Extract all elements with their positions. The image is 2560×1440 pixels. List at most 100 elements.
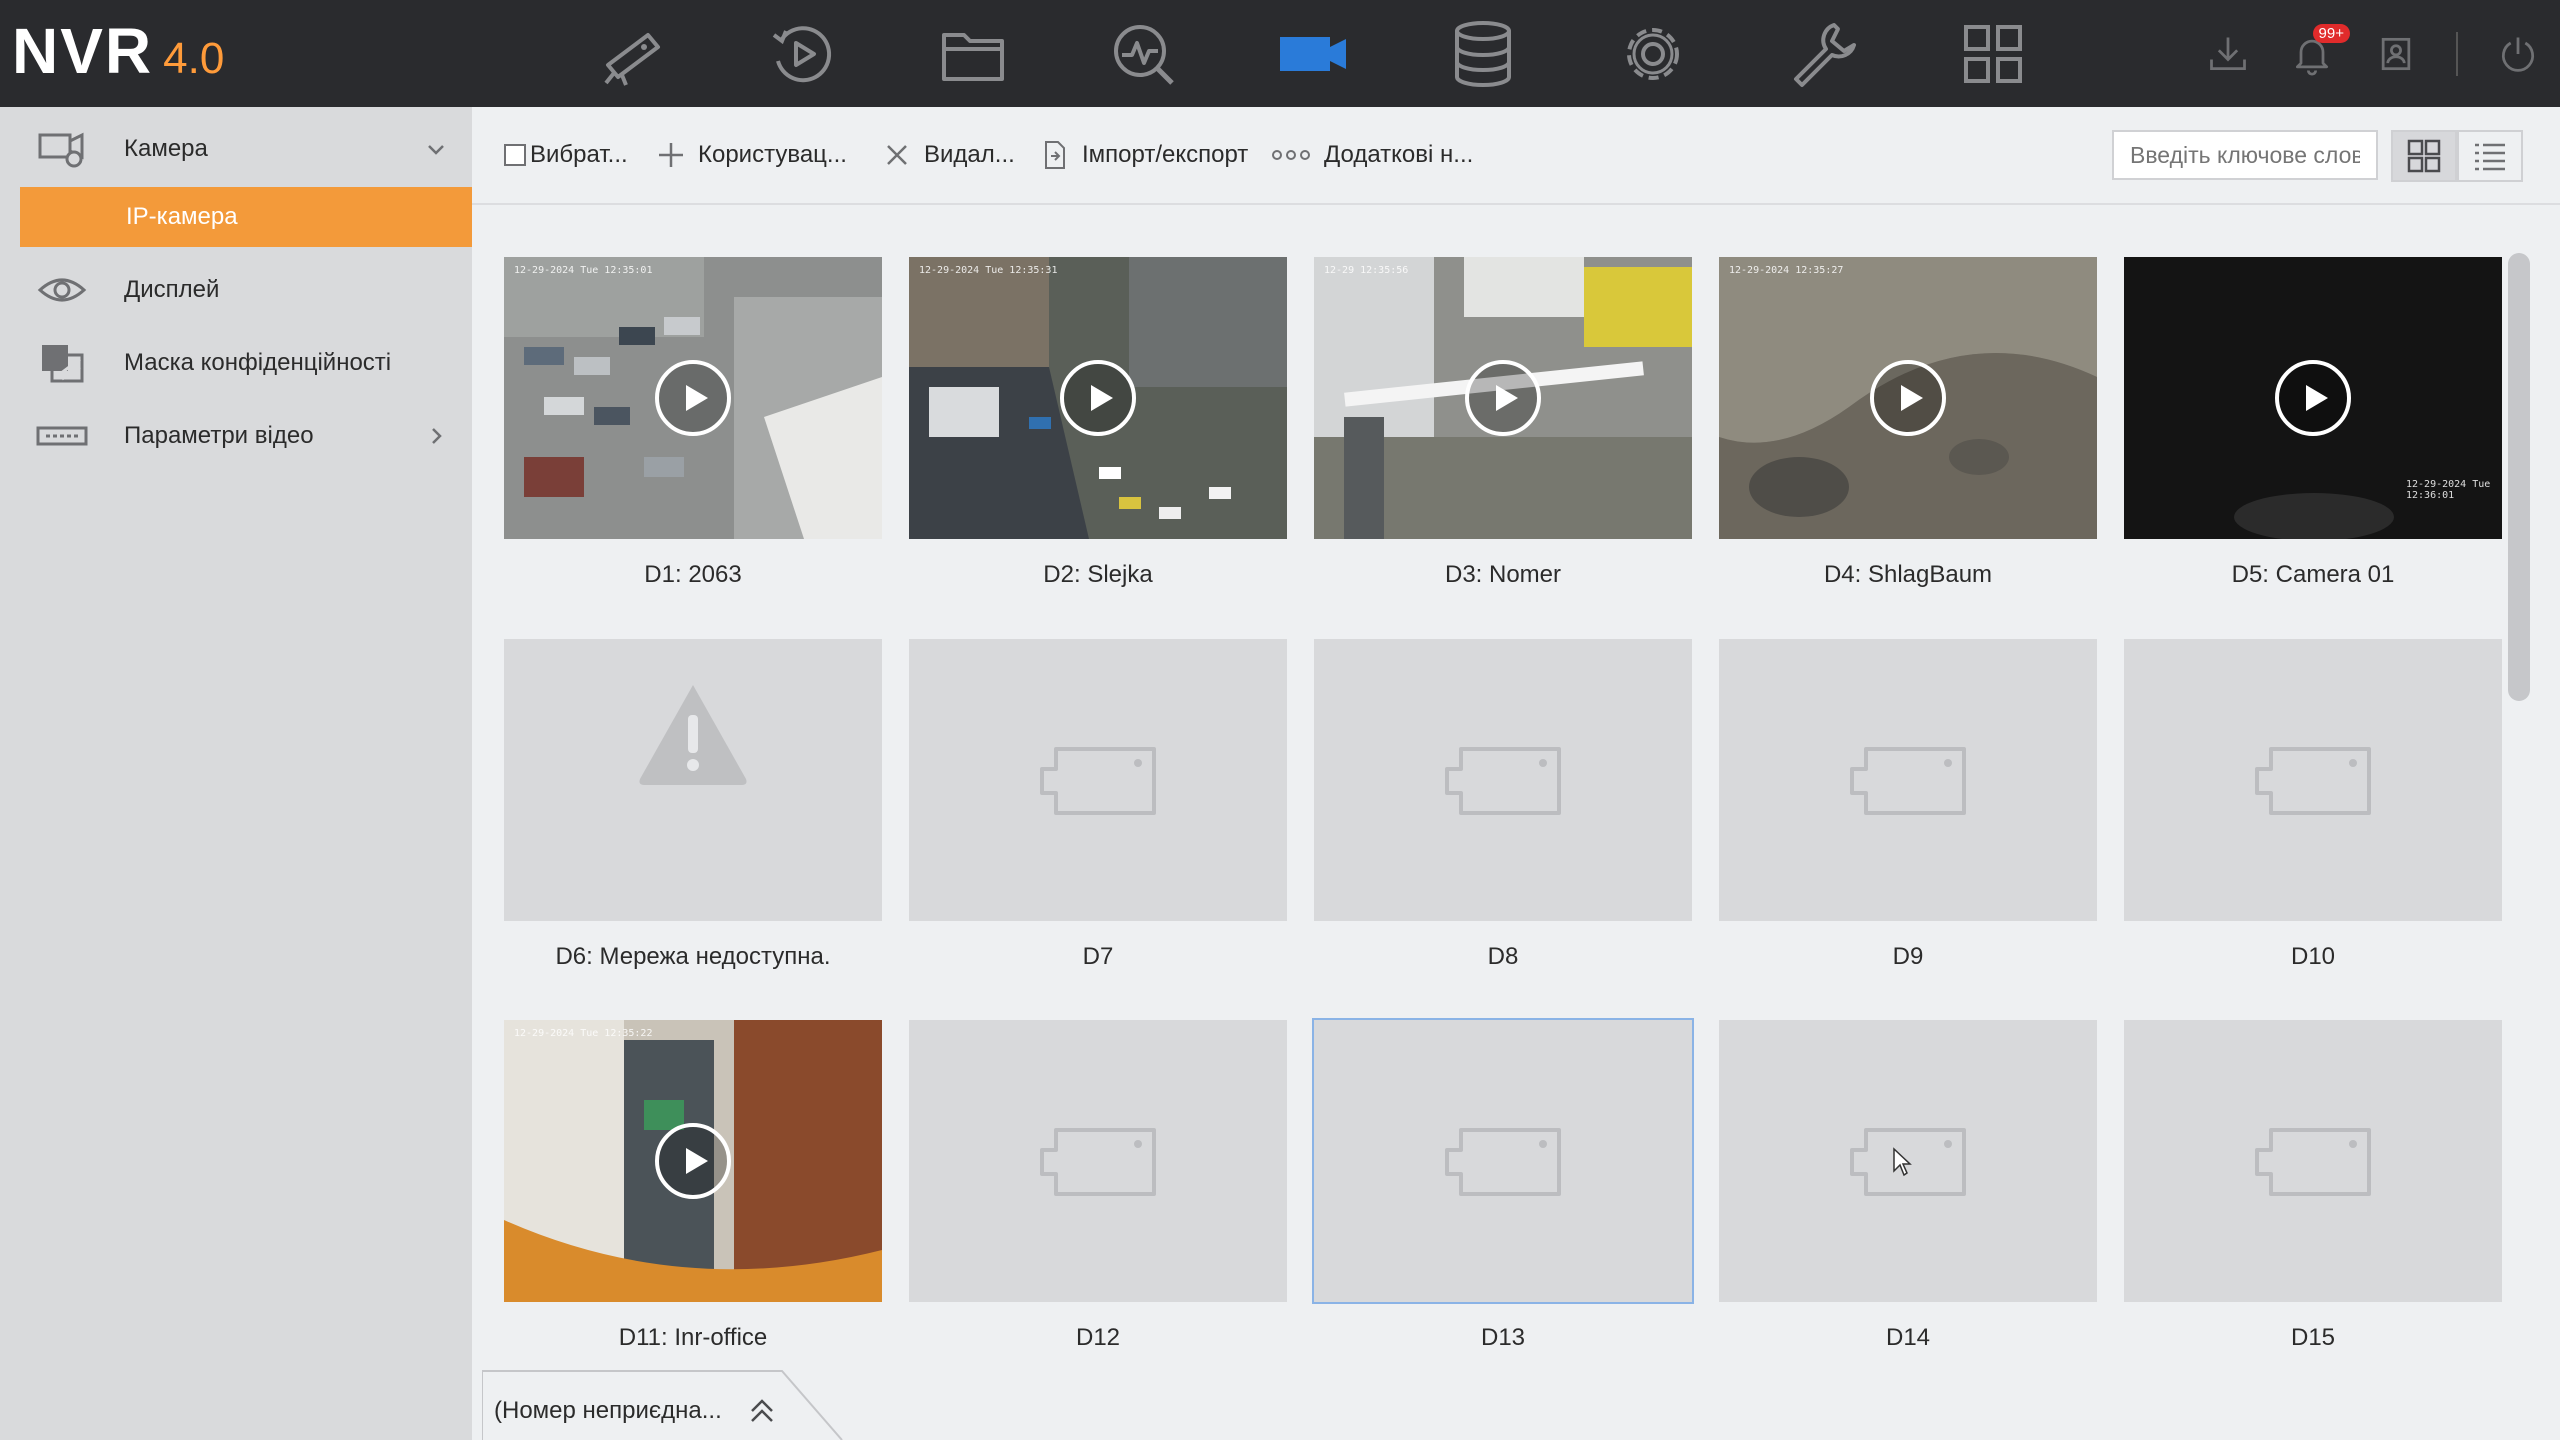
top-bar: NVR 4.0 99+ [0,0,2560,107]
camera-tile-d12[interactable]: D12 [909,1020,1287,1352]
camera-tile-d5[interactable]: 12-29-2024 Tue 12:36:01 D5: Camera 01 [2124,257,2502,589]
vertical-scrollbar[interactable] [2508,253,2530,701]
sidebar-item-privacy-mask[interactable]: Маска конфіденційності [0,330,472,396]
warning-icon [639,685,747,785]
camera-tile-d4[interactable]: 12-29-2024 12:35:27 D4: ShlagBaum [1719,257,2097,589]
sidebar-item-label: Дисплей [124,276,220,303]
camera-preview[interactable]: 12-29-2024 12:35:27 [1719,257,2097,539]
camera-label: D10 [2290,943,2336,970]
grid-view-icon [2407,139,2441,173]
camera-preview[interactable]: 12-29-2024 Tue 12:35:31 [909,257,1287,539]
camera-label: D11: Inr-office [618,1324,768,1351]
sidebar-item-display[interactable]: Дисплей [0,257,472,323]
camera-tile-d3[interactable]: 12-29 12:35:56 D3: Nomer [1314,257,1692,589]
nav-camera[interactable] [1228,0,1398,107]
chevron-double-up-icon[interactable] [746,1395,778,1427]
power-button[interactable] [2494,30,2542,78]
camera-tile-d10[interactable]: D10 [2124,639,2502,971]
notification-button[interactable]: 99+ [2288,23,2350,78]
camera-tile-d1[interactable]: 12-29-2024 Tue 12:35:01 D1: 2063 [504,257,882,589]
close-icon [882,140,912,170]
camera-label: D2: Slejka [1043,561,1153,588]
camera-preview[interactable] [1312,1018,1694,1304]
sidebar-item-label: Камера [124,135,208,162]
tab-label: (Номер неприєдна... [494,1397,722,1424]
camera-timestamp: 12-29 12:35:56 [1324,265,1409,276]
nav-playback[interactable] [718,0,888,107]
play-icon[interactable] [653,1121,733,1201]
camera-preview[interactable]: 12-29-2024 Tue 12:35:22 [504,1020,882,1302]
camera-placeholder-icon [2255,1128,2371,1196]
grid-view-button[interactable] [2391,130,2457,182]
play-icon[interactable] [2273,358,2353,438]
analytics-icon [1114,24,1174,85]
more-options-button[interactable]: Додаткові н... [1270,137,1473,173]
sidebar-item-ip-camera[interactable]: IP-камера [20,187,472,247]
download-button[interactable] [2204,30,2252,78]
add-user-button[interactable]: Користувац... [656,137,847,173]
search-input[interactable] [2112,130,2378,180]
camera-tile-d2[interactable]: 12-29-2024 Tue 12:35:31 D2: Slejka [909,257,1287,589]
camera-preview[interactable]: 12-29 12:35:56 [1314,257,1692,539]
import-export-button[interactable]: Імпорт/експорт [1040,137,1248,173]
play-icon[interactable] [1463,358,1543,438]
user-button[interactable] [2372,30,2420,78]
camera-icon [1280,36,1346,71]
unconnected-cameras-tab[interactable]: (Номер неприєдна... [482,1369,902,1440]
camera-preview[interactable]: 12-29-2024 Tue 12:36:01 [2124,257,2502,539]
checkbox-icon[interactable] [504,140,526,170]
camera-preview[interactable] [504,639,882,921]
toolbar-separator [2456,31,2458,76]
camera-tile-d13[interactable]: D13 [1312,1018,1694,1352]
camera-label: D1: 2063 [644,561,742,588]
nav-files[interactable] [888,0,1058,107]
nav-settings[interactable] [1568,0,1738,107]
camera-tile-d14[interactable]: D14 [1719,1020,2097,1352]
play-icon[interactable] [653,358,733,438]
delete-button[interactable]: Видал... [882,137,1015,173]
sidebar-item-camera[interactable]: Камера [0,116,472,182]
add-user-label: Користувац... [698,141,847,168]
camera-placeholder-icon [1850,747,1966,815]
sidebar-item-label: Параметри відео [124,422,314,449]
camera-preview[interactable] [909,1020,1287,1302]
nav-maintenance[interactable] [1738,0,1908,107]
camera-preview[interactable]: 12-29-2024 Tue 12:35:01 [504,257,882,539]
mouse-cursor-icon [1893,1147,1912,1177]
play-icon[interactable] [1868,358,1948,438]
more-dots-icon [1270,140,1312,170]
camera-tile-d9[interactable]: D9 [1719,639,2097,971]
camera-preview[interactable] [2124,639,2502,921]
camera-preview[interactable] [1719,639,2097,921]
camera-preview[interactable] [1314,639,1692,921]
plus-icon [656,140,686,170]
nav-live-view[interactable] [548,0,718,107]
camera-label: D9 [1892,943,1924,970]
version-text: 4.0 [163,34,225,83]
play-icon[interactable] [1058,358,1138,438]
camera-tile-d7[interactable]: D7 [909,639,1287,971]
sidebar-item-label: IP-камера [126,203,238,230]
sidebar-item-video-params[interactable]: Параметри відео [0,403,472,469]
chevron-right-icon [432,428,442,444]
chevron-down-icon [428,145,444,155]
camera-tile-d11[interactable]: 12-29-2024 Tue 12:35:22 D11: Inr-office [504,1020,882,1352]
nav-analytics[interactable] [1058,0,1228,107]
select-all-button[interactable]: Вибрат... [504,137,628,173]
maintenance-icon [1794,22,1856,87]
camera-label: D6: Мережа недоступна. [555,943,831,970]
nav-grid[interactable] [1908,0,2078,107]
list-view-button[interactable] [2457,130,2523,182]
storage-icon [1455,20,1511,87]
camera-tile-d15[interactable]: D15 [2124,1020,2502,1352]
camera-timestamp: 12-29-2024 Tue 12:35:31 [919,265,1058,276]
camera-preview[interactable] [909,639,1287,921]
camera-preview[interactable] [2124,1020,2502,1302]
nav-storage[interactable] [1398,0,1568,107]
document-icon [1040,140,1070,170]
camera-placeholder-icon [1445,747,1561,815]
camera-timestamp: 12-29-2024 12:35:27 [1729,265,1844,276]
camera-tile-d8[interactable]: D8 [1314,639,1692,971]
camera-label: D12 [1075,1324,1121,1351]
camera-tile-d6[interactable]: D6: Мережа недоступна. [504,639,882,971]
